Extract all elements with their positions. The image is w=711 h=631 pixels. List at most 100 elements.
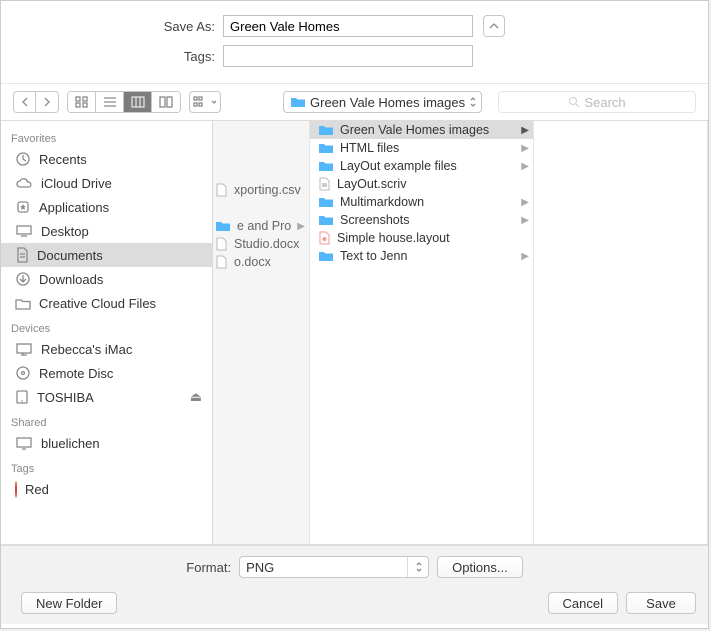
group-options-button[interactable]: [189, 91, 221, 113]
tags-label: Tags:: [1, 49, 223, 64]
format-value: PNG: [246, 560, 274, 575]
eject-icon[interactable]: ⏏: [190, 389, 202, 405]
desktop-icon: [15, 224, 33, 238]
tag-icon: [15, 482, 17, 497]
search-placeholder: Search: [584, 95, 625, 110]
disc-icon: [15, 365, 31, 381]
tags-input[interactable]: [223, 45, 473, 67]
file-row[interactable]: Simple house.layout: [310, 229, 533, 247]
sidebar-item[interactable]: Desktop: [1, 219, 212, 243]
options-button[interactable]: Options...: [437, 556, 523, 578]
file-label: Green Vale Homes images: [340, 123, 489, 137]
sidebar-item[interactable]: Applications: [1, 195, 212, 219]
file-row[interactable]: Text to Jenn▶: [310, 247, 533, 265]
columns: xporting.csve and Pro▶Studio.docxo.docx …: [213, 121, 708, 544]
sidebar-item[interactable]: iCloud Drive: [1, 171, 212, 195]
file-label: Text to Jenn: [340, 249, 407, 263]
file-label: LayOut.scriv: [337, 177, 406, 191]
bottom-bar: Format: PNG Options... New Folder Cancel…: [1, 545, 708, 624]
updown-icon: [415, 561, 423, 573]
back-button[interactable]: [14, 92, 36, 112]
sidebar-section-header: Tags: [1, 455, 212, 477]
cloud-icon: [15, 176, 33, 190]
search-input[interactable]: Search: [498, 91, 696, 113]
view-icons-button[interactable]: [68, 92, 96, 112]
chevron-right-icon: [43, 97, 51, 107]
sidebar-item[interactable]: Documents: [1, 243, 212, 267]
path-dropdown[interactable]: Green Vale Homes images: [283, 91, 482, 113]
file-label: Screenshots: [340, 213, 409, 227]
view-columns-button[interactable]: [124, 92, 152, 112]
file-row[interactable]: e and Pro▶: [213, 217, 309, 235]
format-label: Format:: [186, 560, 231, 575]
format-select[interactable]: PNG: [239, 556, 429, 578]
save-button[interactable]: Save: [626, 592, 696, 614]
sidebar-item[interactable]: Rebecca's iMac: [1, 337, 212, 361]
forward-button[interactable]: [36, 92, 58, 112]
file-label: xporting.csv: [234, 183, 301, 197]
gallery-icon: [159, 96, 173, 108]
file-browser: FavoritesRecentsiCloud Drive Applications…: [1, 121, 708, 545]
list-icon: [103, 96, 117, 108]
sidebar-item-label: Remote Disc: [39, 366, 113, 381]
chevron-right-icon: ▶: [521, 197, 529, 208]
sidebar-item-label: Downloads: [39, 272, 103, 287]
path-label: Green Vale Homes images: [310, 95, 465, 110]
new-folder-button[interactable]: New Folder: [21, 592, 117, 614]
chevron-right-icon: ▶: [521, 143, 529, 154]
download-icon: [15, 271, 31, 287]
columns-icon: [131, 96, 145, 108]
sidebar-item[interactable]: Creative Cloud Files: [1, 291, 212, 315]
sidebar-section-header: Favorites: [1, 125, 212, 147]
file-row[interactable]: xporting.csv: [213, 181, 309, 199]
file-row[interactable]: Green Vale Homes images ▶: [310, 121, 533, 139]
chevron-right-icon: ▶: [521, 161, 529, 172]
sidebar-item[interactable]: Downloads: [1, 267, 212, 291]
file-label: Multimarkdown: [340, 195, 424, 209]
sidebar-item[interactable]: bluelichen: [1, 431, 212, 455]
file-row[interactable]: o.docx: [213, 253, 309, 271]
group-icon: [193, 96, 209, 108]
sidebar-item[interactable]: Red: [1, 477, 212, 501]
file-label: e and Pro: [237, 219, 291, 233]
column-3: [534, 121, 708, 544]
file-row[interactable]: Multimarkdown ▶: [310, 193, 533, 211]
file-row[interactable]: [213, 199, 309, 217]
sidebar-item-label: bluelichen: [41, 436, 100, 451]
top-form: Save As: Tags:: [1, 1, 708, 83]
cancel-button[interactable]: Cancel: [548, 592, 618, 614]
app-icon: [15, 199, 31, 215]
hdd-icon: [15, 389, 29, 405]
file-label: o.docx: [234, 255, 271, 269]
updown-icon: [469, 96, 477, 108]
file-label: Simple house.layout: [337, 231, 450, 245]
sidebar-item-label: Red: [25, 482, 49, 497]
sidebar-section-header: Devices: [1, 315, 212, 337]
view-gallery-button[interactable]: [152, 92, 180, 112]
chevron-right-icon: ▶: [521, 125, 529, 136]
doc-icon: [15, 247, 29, 263]
column-1: xporting.csv e and Pro▶ Studio.docx o.docx: [213, 121, 310, 544]
column-2: Green Vale Homes images▶HTML files▶LayOu…: [310, 121, 534, 544]
file-label: Studio.docx: [234, 237, 299, 251]
sidebar-item-label: Creative Cloud Files: [39, 296, 156, 311]
chevron-left-icon: [21, 97, 29, 107]
file-row[interactable]: LayOut example files ▶: [310, 157, 533, 175]
sidebar-item-label: Applications: [39, 200, 109, 215]
sidebar: FavoritesRecentsiCloud Drive Applications…: [1, 121, 213, 544]
collapse-button[interactable]: [483, 15, 505, 37]
file-row[interactable]: LayOut.scriv: [310, 175, 533, 193]
sidebar-item[interactable]: TOSHIBA ⏏: [1, 385, 212, 409]
sidebar-item[interactable]: Remote Disc: [1, 361, 212, 385]
view-list-button[interactable]: [96, 92, 124, 112]
nav-back-forward: [13, 91, 59, 113]
file-label: LayOut example files: [340, 159, 457, 173]
file-row[interactable]: HTML files▶: [310, 139, 533, 157]
sidebar-item-label: TOSHIBA: [37, 390, 94, 405]
file-row[interactable]: Screenshots▶: [310, 211, 533, 229]
sidebar-item[interactable]: Recents: [1, 147, 212, 171]
save-as-input[interactable]: [223, 15, 473, 37]
folder-icon: [290, 96, 306, 108]
chevron-up-icon: [489, 21, 499, 31]
file-row[interactable]: Studio.docx: [213, 235, 309, 253]
